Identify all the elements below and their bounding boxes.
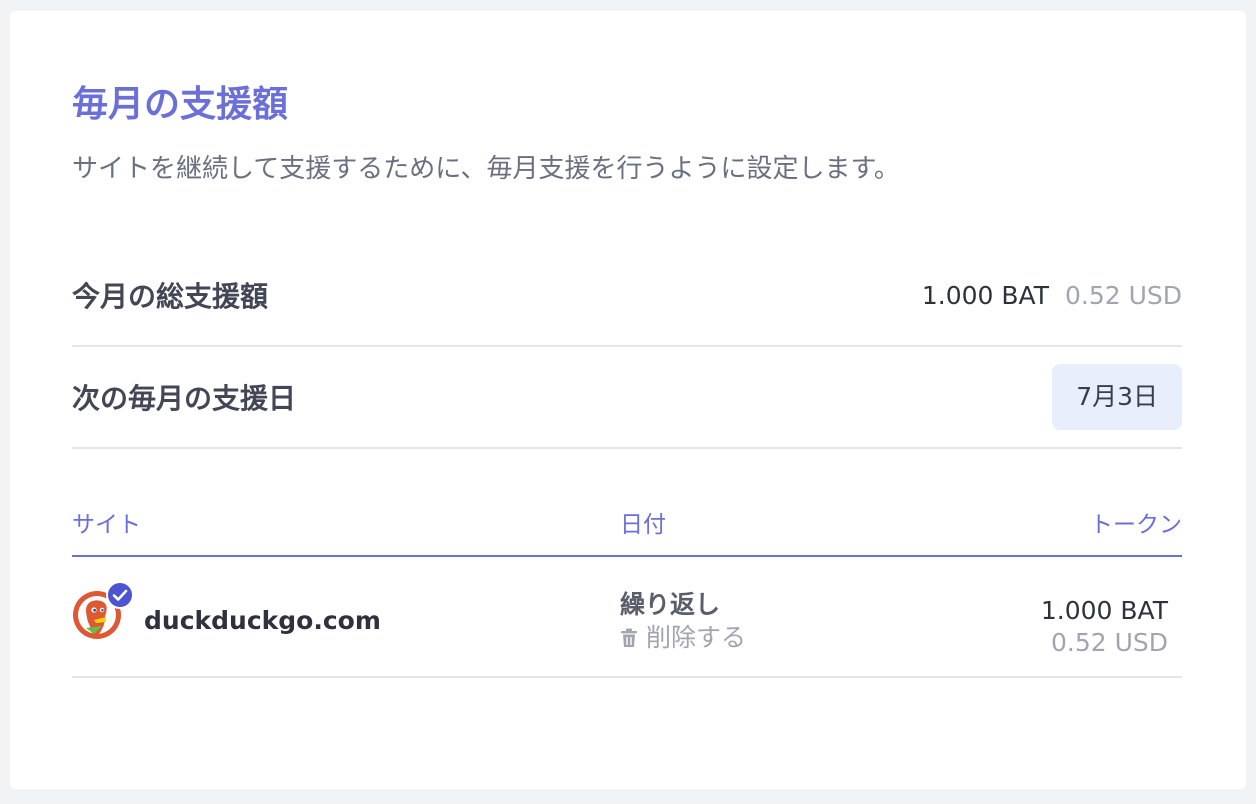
next-contribution-label: 次の毎月の支援日 — [72, 382, 297, 415]
monthly-contributions-card: 毎月の支援額 サイトを継続して支援するために、毎月支援を行うように設定します。 … — [10, 11, 1246, 789]
row-token-usd: 0.52 USD — [1050, 628, 1168, 657]
next-contribution-date: 7月3日 — [1052, 364, 1182, 430]
monthly-total-usd: 0.52 USD — [1064, 280, 1182, 310]
page-description: サイトを継続して支援するために、毎月支援を行うように設定します。 — [72, 154, 900, 184]
contributions-table-header: サイト 日付 トークン — [72, 511, 1182, 557]
table-row: duckduckgo.com 繰り返し 削除する 1.000 BAT 0.52 … — [72, 556, 1182, 678]
column-header-date[interactable]: 日付 — [620, 511, 666, 539]
site-link[interactable]: duckduckgo.com — [144, 606, 381, 636]
monthly-total-label: 今月の総支援額 — [72, 280, 269, 313]
row-token-bat: 1.000 BAT — [1040, 596, 1168, 625]
verified-check-icon — [106, 581, 134, 609]
next-contribution-row: 次の毎月の支援日 7月3日 — [72, 347, 1182, 449]
trash-icon — [621, 628, 637, 647]
column-header-site[interactable]: サイト — [72, 511, 141, 539]
remove-label: 削除する — [646, 623, 747, 652]
page-title: 毎月の支援額 — [72, 84, 289, 125]
monthly-total-amount: 1.000 BAT 0.52 USD — [922, 281, 1182, 310]
monthly-total-bat: 1.000 BAT — [921, 280, 1049, 310]
monthly-total-row: 今月の総支援額 1.000 BAT 0.52 USD — [72, 245, 1182, 347]
column-header-tokens[interactable]: トークン — [1090, 511, 1182, 539]
remove-contribution-button[interactable]: 削除する — [620, 622, 746, 654]
schedule-recurring: 繰り返し — [620, 590, 721, 619]
